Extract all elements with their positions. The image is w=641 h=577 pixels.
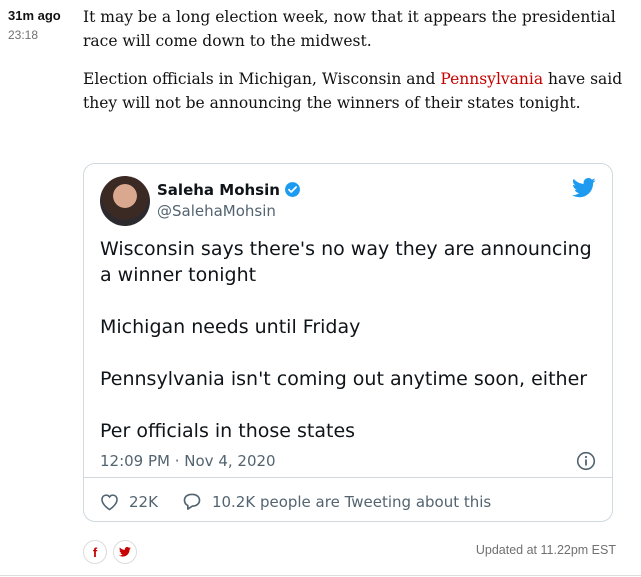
paragraph-2-start: Election officials in Michigan, Wisconsi… (83, 70, 441, 88)
tweeting-about-link[interactable]: 10.2K people are Tweeting about this (212, 493, 491, 511)
twitter-bird-icon[interactable] (572, 178, 596, 202)
verified-badge-icon (284, 181, 301, 202)
heart-icon[interactable] (100, 493, 119, 511)
avatar[interactable] (100, 176, 150, 226)
tweet-actions: 22K 10.2K people are Tweeting about this (100, 492, 491, 511)
updated-time: Updated at 11.22pm EST (475, 543, 616, 557)
pennsylvania-link[interactable]: Pennsylvania (440, 70, 543, 88)
timestamp: 23:18 (8, 28, 39, 42)
tweet-date[interactable]: 12:09 PM · Nov 4, 2020 (100, 452, 276, 470)
tweet-text: Wisconsin says there's no way they are a… (100, 236, 600, 470)
tweet-author-handle[interactable]: @SalehaMohsin (157, 202, 276, 220)
paragraph-2: Election officials in Michigan, Wisconsi… (83, 67, 623, 115)
author-name-text: Saleha Mohsin (157, 181, 280, 199)
tweet-author-name[interactable]: Saleha Mohsin (157, 181, 301, 202)
info-icon[interactable] (576, 451, 596, 475)
tweet-divider (84, 477, 612, 478)
like-count[interactable]: 22K (129, 493, 158, 511)
share-buttons: f (83, 540, 137, 564)
facebook-icon: f (92, 544, 98, 560)
twitter-share-icon (119, 547, 131, 557)
speech-bubble-icon[interactable] (182, 492, 202, 511)
embedded-tweet[interactable]: Saleha Mohsin @SalehaMohsin Wisconsin sa… (83, 163, 613, 522)
paragraph-1: It may be a long election week, now that… (83, 8, 616, 50)
bottom-divider (0, 575, 641, 576)
facebook-share-button[interactable]: f (83, 540, 107, 564)
tweet-line-2: Michigan needs until Friday (100, 316, 361, 338)
tweet-line-3: Pennsylvania isn't coming out anytime so… (100, 368, 588, 390)
entry-meta: 31m ago 23:18 (8, 8, 72, 42)
tweet-line-4: Per officials in those states (100, 420, 356, 442)
tweet-line-1: Wisconsin says there's no way they are a… (100, 238, 592, 286)
twitter-share-button[interactable] (113, 540, 137, 564)
entry-body: It may be a long election week, now that… (83, 5, 623, 129)
time-ago[interactable]: 31m ago (8, 8, 72, 23)
